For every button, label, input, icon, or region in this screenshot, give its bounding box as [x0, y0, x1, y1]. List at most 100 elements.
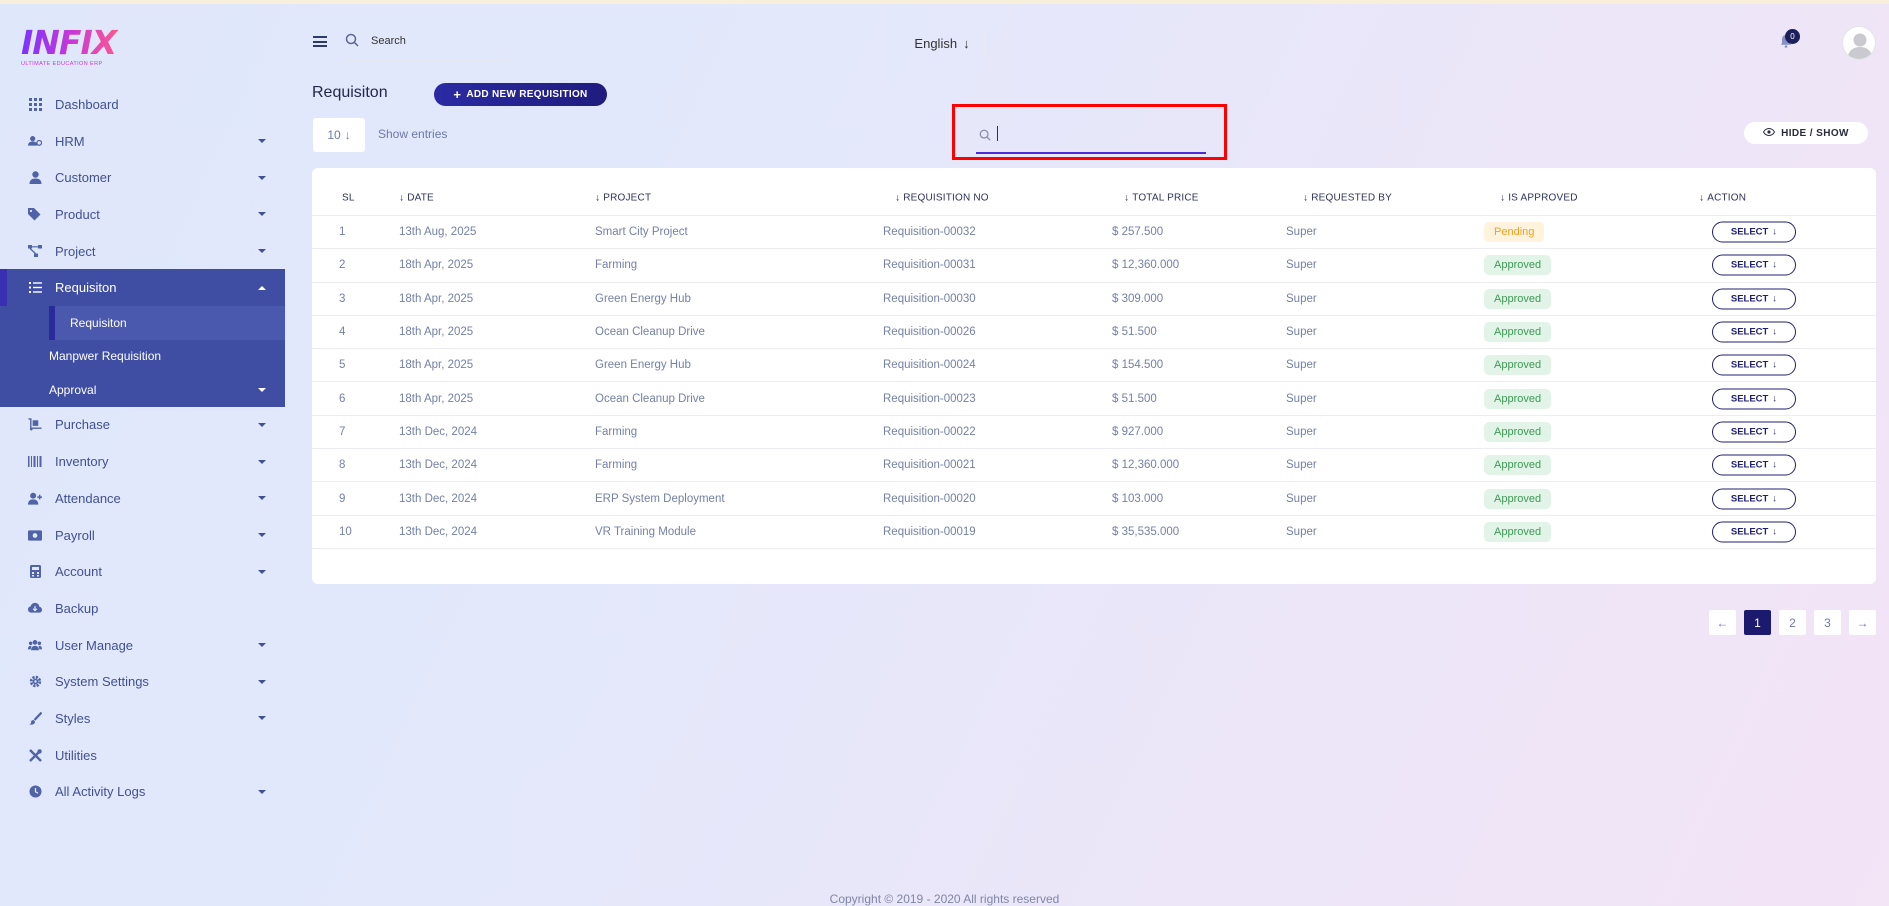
cell-date: 18th Apr, 2025 — [399, 326, 474, 339]
app-logo[interactable]: INFIX ULTIMATE EDUCATION ERP — [21, 26, 121, 70]
cell-date: 13th Dec, 2024 — [399, 492, 478, 505]
select-action-button[interactable]: SELECT ↓ — [1712, 288, 1796, 310]
column-header-sl[interactable]: SL — [342, 192, 355, 203]
select-action-button[interactable]: SELECT ↓ — [1712, 321, 1796, 343]
sort-arrow-icon: ↓ — [595, 192, 601, 203]
sidebar-item-customer[interactable]: Customer — [0, 159, 285, 196]
sidebar-item-purchase[interactable]: Purchase — [0, 407, 285, 444]
select-action-button[interactable]: SELECT ↓ — [1712, 521, 1796, 543]
cell-action: SELECT ↓ — [1712, 221, 1796, 243]
caret-icon — [258, 569, 266, 574]
hide-show-button[interactable]: HIDE / SHOW — [1744, 122, 1868, 144]
submenu-item-manpwer-requisition[interactable]: Manpwer Requisition — [0, 340, 285, 374]
cell-action: SELECT ↓ — [1712, 254, 1796, 276]
select-label: SELECT — [1730, 359, 1769, 371]
sidebar-item-product[interactable]: Product — [0, 196, 285, 233]
cell-action: SELECT ↓ — [1712, 521, 1796, 543]
cell-project: Smart City Project — [595, 226, 688, 239]
select-action-button[interactable]: SELECT ↓ — [1712, 254, 1796, 276]
select-action-button[interactable]: SELECT ↓ — [1712, 221, 1796, 243]
sidebar-item-all-activity-logs[interactable]: All Activity Logs — [0, 774, 285, 811]
pagination: ← 1 2 3 → — [1709, 610, 1876, 635]
eye-icon — [1763, 127, 1776, 139]
page-button[interactable]: 2 — [1779, 610, 1806, 635]
sidebar-item-dashboard[interactable]: Dashboard — [0, 86, 285, 123]
sidebar-item-styles[interactable]: Styles — [0, 700, 285, 737]
cell-price: $ 257.500 — [1112, 226, 1164, 239]
sidebar-item-system-settings[interactable]: System Settings — [0, 663, 285, 700]
select-action-button[interactable]: SELECT ↓ — [1712, 421, 1796, 443]
column-header-is-approved[interactable]: ↓ IS APPROVED — [1500, 192, 1578, 203]
sidebar-item-label: Requisiton — [55, 280, 117, 296]
cell-price: $ 51.500 — [1112, 392, 1157, 405]
sidebar-item-label: Account — [55, 564, 102, 580]
column-header-project[interactable]: ↓ PROJECT — [595, 192, 651, 203]
sidebar-item-label: User Manage — [55, 637, 134, 653]
table-row: 6 18th Apr, 2025 Ocean Cleanup Drive Requis… — [312, 383, 1876, 416]
sidebar-item-hrm[interactable]: HRM — [0, 123, 285, 160]
hide-show-label: HIDE / SHOW — [1781, 127, 1849, 139]
users-icon — [28, 638, 42, 652]
add-button-label: ADD NEW REQUISITION — [466, 89, 588, 100]
header-search-input[interactable] — [371, 31, 506, 51]
column-header-action[interactable]: ↓ ACTION — [1699, 192, 1746, 203]
arrow-left-icon[interactable]: ← — [1709, 610, 1736, 635]
cell-status: Approved — [1484, 355, 1552, 376]
plus-icon: + — [453, 87, 462, 102]
language-select[interactable]: English ↓ — [899, 29, 985, 57]
arrow-right-icon[interactable]: → — [1849, 610, 1876, 635]
submenu-item-label: Approval — [49, 382, 97, 397]
sidebar-item-requisiton[interactable]: Requisiton — [0, 269, 285, 307]
header-search — [345, 31, 510, 61]
sidebar-item-payroll[interactable]: Payroll — [0, 517, 285, 554]
select-action-button[interactable]: SELECT ↓ — [1712, 354, 1796, 376]
caret-icon — [258, 249, 266, 254]
cell-date: 18th Apr, 2025 — [399, 392, 474, 405]
sidebar-item-label: All Activity Logs — [55, 784, 146, 800]
cell-price: $ 927.000 — [1112, 425, 1164, 438]
cell-req-no: Requisition-00019 — [883, 525, 976, 538]
entries-per-page-select[interactable]: 10 ↓ — [313, 118, 365, 152]
sidebar-item-project[interactable]: Project — [0, 233, 285, 270]
caret-icon — [258, 139, 266, 144]
cell-price: $ 12,360.000 — [1112, 259, 1180, 272]
avatar[interactable] — [1842, 26, 1876, 60]
sidebar-item-account[interactable]: Account — [0, 553, 285, 590]
submenu-item-approval[interactable]: Approval — [0, 373, 285, 407]
page-button[interactable]: 3 — [1814, 610, 1841, 635]
cell-date: 18th Apr, 2025 — [399, 259, 474, 272]
column-header-date[interactable]: ↓ DATE — [399, 192, 434, 203]
column-header-requisition-no[interactable]: ↓ REQUISITION NO — [895, 192, 989, 203]
menu-toggle-icon[interactable] — [313, 36, 327, 47]
cell-status: Approved — [1484, 455, 1552, 476]
page-button[interactable]: 1 — [1744, 610, 1771, 635]
select-action-button[interactable]: SELECT ↓ — [1712, 388, 1796, 410]
cell-project: Green Energy Hub — [595, 359, 691, 372]
cell-status: Approved — [1484, 421, 1552, 442]
cell-by: Super — [1286, 425, 1317, 438]
sidebar-item-utilities[interactable]: Utilities — [0, 737, 285, 774]
column-header-requested-by[interactable]: ↓ REQUESTED BY — [1303, 192, 1392, 203]
select-action-button[interactable]: SELECT ↓ — [1712, 454, 1796, 476]
arrow-down-icon: ↓ — [1772, 259, 1778, 271]
submenu-item-requisiton[interactable]: Requisiton — [49, 306, 285, 340]
sidebar-item-user-manage[interactable]: User Manage — [0, 627, 285, 664]
cell-project: Ocean Cleanup Drive — [595, 392, 705, 405]
column-header-label: REQUISITION NO — [903, 192, 989, 203]
sidebar-item-label: Customer — [55, 170, 112, 186]
sidebar-item-attendance[interactable]: Attendance — [0, 480, 285, 517]
sidebar-item-backup[interactable]: Backup — [0, 590, 285, 627]
cell-date: 13th Dec, 2024 — [399, 425, 478, 438]
select-label: SELECT — [1730, 259, 1769, 271]
table-search-input[interactable] — [995, 124, 1200, 144]
select-action-button[interactable]: SELECT ↓ — [1712, 488, 1796, 510]
add-new-requisition-button[interactable]: + ADD NEW REQUISITION — [434, 83, 607, 106]
logo-mark: INFIX — [21, 26, 121, 60]
column-header-label: REQUESTED BY — [1311, 192, 1392, 203]
sidebar-item-inventory[interactable]: Inventory — [0, 443, 285, 480]
cell-sl: 6 — [339, 392, 346, 405]
select-label: SELECT — [1730, 326, 1769, 338]
user-plus-icon — [28, 491, 42, 505]
column-header-total-price[interactable]: ↓ TOTAL PRICE — [1124, 192, 1199, 203]
submenu-item-label: Requisiton — [70, 315, 127, 330]
